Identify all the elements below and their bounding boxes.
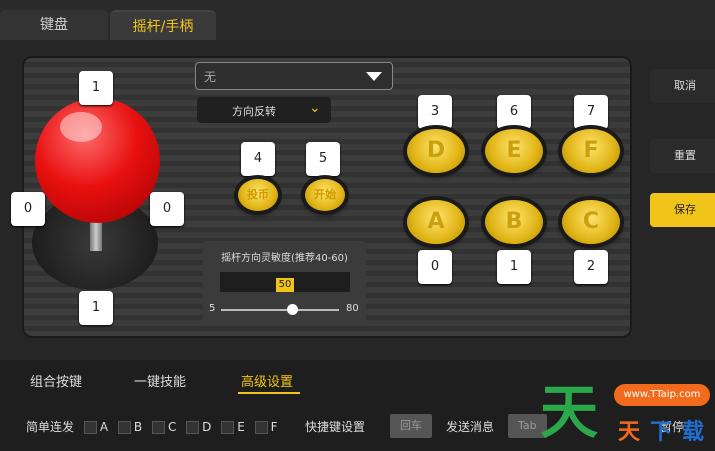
watermark-big-char: 天 bbox=[540, 378, 599, 446]
start-button[interactable]: 开始 bbox=[305, 179, 345, 211]
button-c-key[interactable]: 2 bbox=[574, 250, 608, 284]
tab-keyboard[interactable]: 键盘 bbox=[0, 10, 108, 40]
joystick-up-key[interactable]: 1 bbox=[79, 71, 113, 105]
turbo-key-f: F bbox=[270, 420, 278, 434]
turbo-checkbox-e[interactable] bbox=[221, 421, 235, 434]
watermark-url: www.TTaip.com bbox=[614, 384, 710, 406]
button-b-key[interactable]: 1 bbox=[497, 250, 531, 284]
turbo-key-d: D bbox=[202, 420, 212, 434]
button-d-key[interactable]: 3 bbox=[418, 95, 452, 129]
button-a[interactable]: A bbox=[407, 200, 465, 244]
sensitivity-max: 80 bbox=[346, 303, 359, 314]
top-bar: 键盘 摇杆/手柄 bbox=[0, 0, 715, 42]
sensitivity-min: 5 bbox=[209, 303, 216, 314]
sensitivity-value: 50 bbox=[275, 278, 295, 292]
joystick-highlight bbox=[60, 112, 102, 142]
active-tab-indicator bbox=[238, 392, 300, 394]
watermark-char-3: 载 bbox=[682, 420, 705, 445]
watermark-char-2: 下 bbox=[650, 420, 673, 445]
turbo-checkbox-d[interactable] bbox=[186, 421, 200, 434]
start-key[interactable]: 5 bbox=[306, 142, 340, 176]
sensitivity-panel: 摇杆方向灵敏度(推荐40-60) 50 5 80 bbox=[203, 241, 366, 323]
save-button[interactable]: 保存 bbox=[650, 193, 715, 227]
shortcut-label: 快捷键设置 bbox=[305, 420, 366, 434]
tab-advanced-settings[interactable]: 高级设置 bbox=[241, 371, 293, 390]
send-message-label: 发送消息 bbox=[446, 420, 495, 434]
button-b[interactable]: B bbox=[485, 200, 543, 244]
button-f-key[interactable]: 7 bbox=[574, 95, 608, 129]
sensitivity-title: 摇杆方向灵敏度(推荐40-60) bbox=[221, 253, 348, 264]
sensitivity-value-box: 50 bbox=[220, 272, 350, 292]
turbo-checkbox-a[interactable] bbox=[83, 421, 97, 434]
turbo-checkbox-c[interactable] bbox=[151, 421, 165, 434]
mode-select[interactable]: 无 bbox=[195, 62, 393, 90]
joystick-down-key[interactable]: 1 bbox=[79, 291, 113, 325]
reset-button[interactable]: 重置 bbox=[650, 139, 715, 173]
direction-reverse-label: 方向反转 bbox=[232, 105, 276, 118]
direction-reverse-button[interactable]: 方向反转 ⌄ bbox=[197, 97, 331, 123]
turbo-checkbox-b[interactable] bbox=[117, 421, 131, 434]
site-watermark: 天 www.TTaip.com 天 下 载 bbox=[540, 378, 715, 451]
turbo-key-a: A bbox=[99, 420, 109, 434]
sensitivity-slider[interactable] bbox=[221, 309, 339, 311]
tab-one-key-skill[interactable]: 一键技能 bbox=[134, 371, 186, 390]
enter-key-button[interactable]: 回车 bbox=[390, 414, 432, 438]
dropdown-arrow-icon bbox=[366, 72, 382, 81]
turbo-row: 简单连发 A B C D E F bbox=[26, 418, 278, 435]
sensitivity-slider-handle[interactable] bbox=[287, 304, 298, 315]
mode-select-value: 无 bbox=[204, 70, 217, 84]
coin-button[interactable]: 投币 bbox=[238, 179, 278, 211]
turbo-checkbox-f[interactable] bbox=[254, 421, 268, 434]
button-e-key[interactable]: 6 bbox=[497, 95, 531, 129]
watermark-char-1: 天 bbox=[618, 420, 641, 445]
turbo-key-c: C bbox=[167, 420, 177, 434]
tab-joystick[interactable]: 摇杆/手柄 bbox=[110, 10, 216, 42]
tab-combo-keys[interactable]: 组合按键 bbox=[30, 371, 82, 390]
turbo-key-b: B bbox=[133, 420, 143, 434]
turbo-key-e: E bbox=[237, 420, 245, 434]
button-a-key[interactable]: 0 bbox=[418, 250, 452, 284]
button-d[interactable]: D bbox=[407, 129, 465, 173]
joystick-right-key[interactable]: 0 bbox=[150, 192, 184, 226]
joystick-left-key[interactable]: 0 bbox=[11, 192, 45, 226]
cancel-button[interactable]: 取消 bbox=[650, 69, 715, 103]
chevron-down-icon: ⌄ bbox=[309, 100, 321, 116]
button-f[interactable]: F bbox=[562, 129, 620, 173]
turbo-label: 简单连发 bbox=[26, 420, 75, 434]
button-c[interactable]: C bbox=[562, 200, 620, 244]
coin-key[interactable]: 4 bbox=[241, 142, 275, 176]
button-e[interactable]: E bbox=[485, 129, 543, 173]
